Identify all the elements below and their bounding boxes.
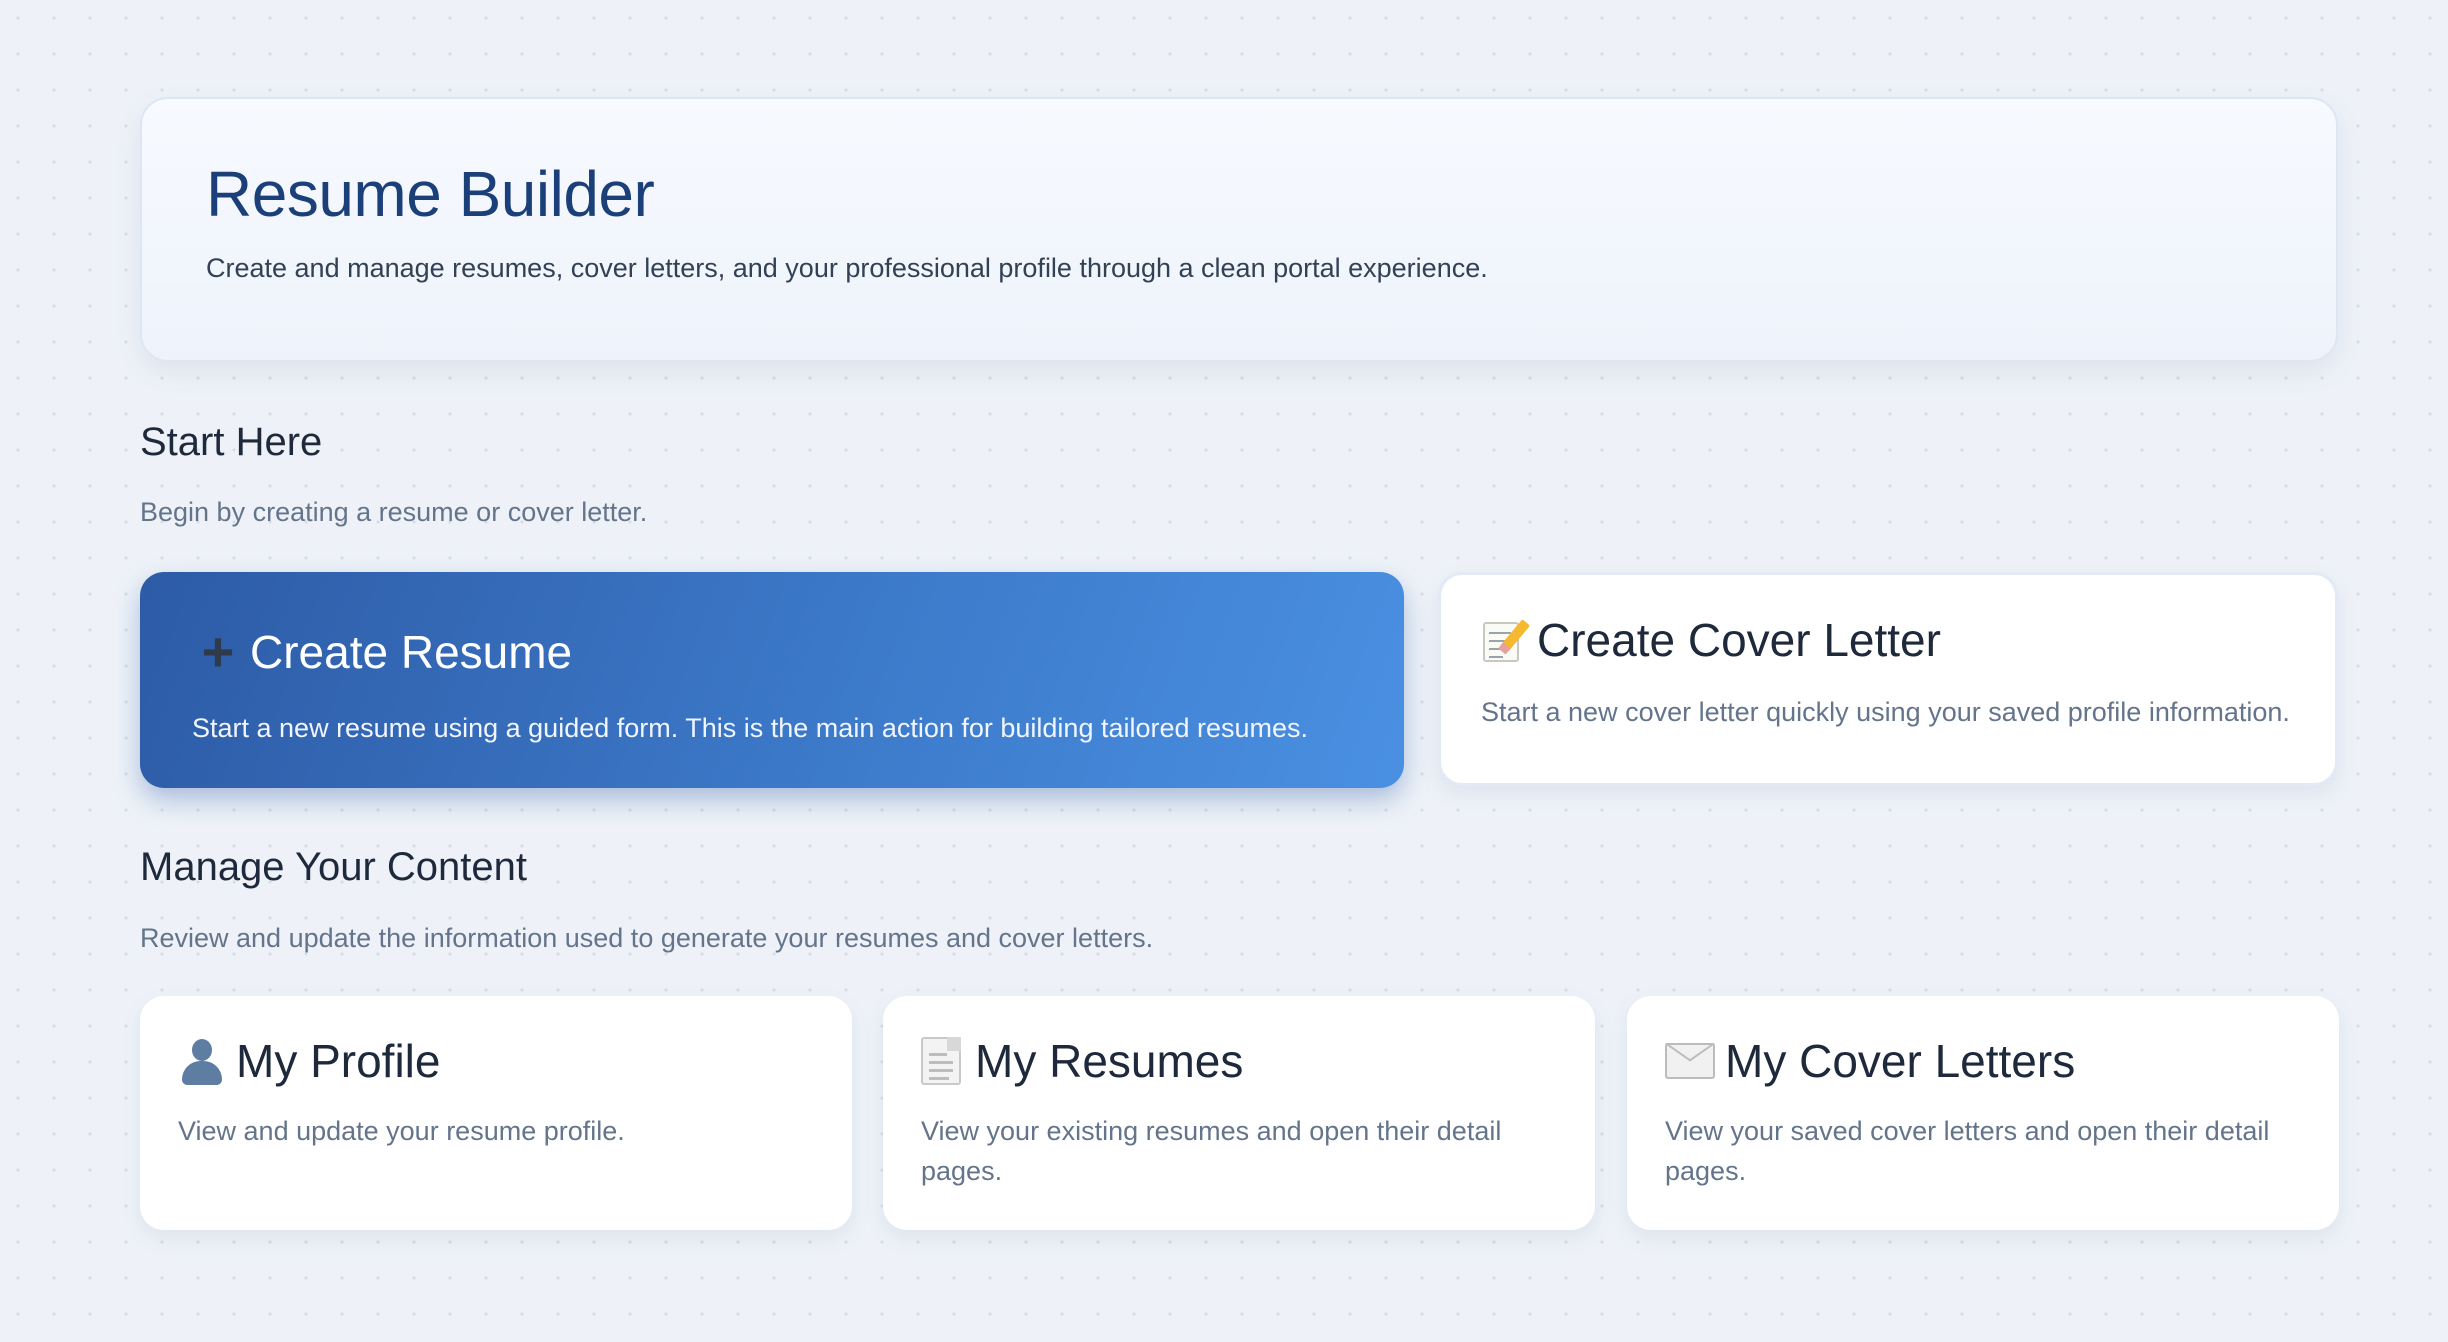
page: Resume Builder Create and manage resumes… bbox=[0, 0, 2448, 1342]
create-cover-letter-heading: Create Cover Letter bbox=[1481, 615, 2295, 666]
my-profile-heading: My Profile bbox=[178, 1036, 814, 1087]
page-subtitle: Create and manage resumes, cover letters… bbox=[206, 253, 1488, 284]
plus-icon: + bbox=[201, 620, 235, 683]
manage-section-subtitle: Review and update the information used t… bbox=[140, 923, 1154, 953]
create-resume-title: Create Resume bbox=[250, 625, 573, 678]
my-cover-letters-description: View your saved cover letters and open t… bbox=[1665, 1115, 2270, 1187]
my-cover-letters-title: My Cover Letters bbox=[1725, 1035, 2076, 1087]
document-icon bbox=[921, 1037, 961, 1086]
my-resumes-card[interactable]: My Resumes View your existing resumes an… bbox=[883, 996, 1595, 1230]
my-resumes-title: My Resumes bbox=[975, 1035, 1244, 1087]
my-cover-letters-heading: My Cover Letters bbox=[1665, 1026, 2301, 1087]
create-resume-card[interactable]: + Create Resume Start a new resume using… bbox=[140, 572, 1404, 788]
header-card: Resume Builder Create and manage resumes… bbox=[140, 97, 2338, 362]
my-profile-card[interactable]: My Profile View and update your resume p… bbox=[140, 996, 852, 1230]
my-profile-description: View and update your resume profile. bbox=[178, 1115, 625, 1146]
page-title: Resume Builder bbox=[206, 158, 655, 230]
create-resume-description: Start a new resume using a guided form. … bbox=[192, 713, 1309, 743]
my-resumes-heading: My Resumes bbox=[921, 1036, 1557, 1087]
my-profile-title: My Profile bbox=[236, 1035, 441, 1087]
start-section-subtitle: Begin by creating a resume or cover lett… bbox=[140, 497, 648, 527]
person-icon bbox=[178, 1037, 226, 1086]
start-section-title: Start Here bbox=[140, 420, 323, 464]
my-resumes-description: View your existing resumes and open thei… bbox=[921, 1115, 1502, 1187]
manage-section-title: Manage Your Content bbox=[140, 845, 527, 889]
create-resume-heading: + Create Resume bbox=[192, 624, 1352, 680]
my-cover-letters-card[interactable]: My Cover Letters View your saved cover l… bbox=[1627, 996, 2339, 1230]
create-cover-letter-title: Create Cover Letter bbox=[1537, 614, 1941, 666]
create-cover-letter-description: Start a new cover letter quickly using y… bbox=[1481, 696, 2290, 727]
create-cover-letter-card[interactable]: Create Cover Letter Start a new cover le… bbox=[1438, 572, 2338, 786]
memo-icon bbox=[1481, 616, 1531, 664]
envelope-icon bbox=[1665, 1026, 1715, 1080]
